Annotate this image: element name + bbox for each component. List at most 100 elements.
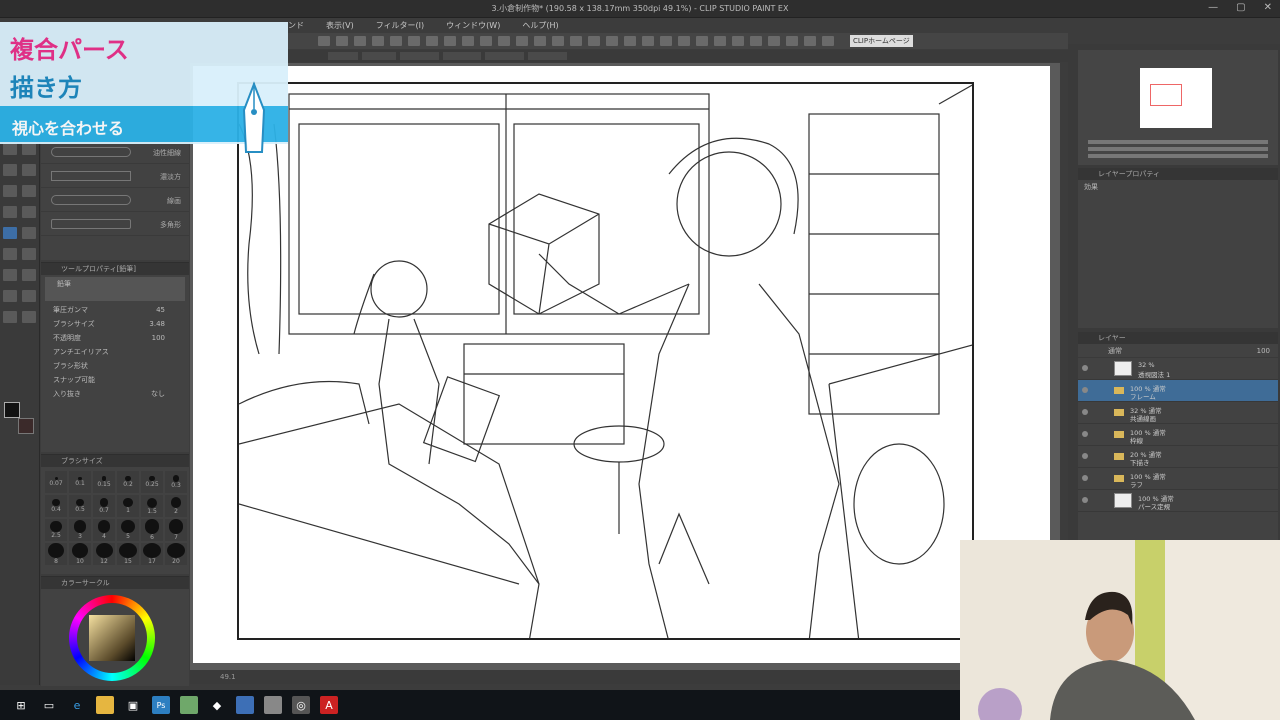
property-row[interactable]: 筆圧ガンマ 45: [41, 303, 189, 317]
airbrush-tool-icon[interactable]: [22, 164, 36, 176]
toolbar-icon[interactable]: [822, 36, 834, 46]
maximize-button[interactable]: ▢: [1236, 2, 1245, 13]
close-button[interactable]: ✕: [1264, 2, 1272, 13]
layer-row[interactable]: 100 % 通常 ラフ: [1078, 468, 1278, 490]
toolbar-icon[interactable]: [606, 36, 618, 46]
canvas-paper[interactable]: [193, 66, 1050, 663]
app-icon-2[interactable]: [236, 696, 254, 714]
pen-tool-icon[interactable]: [3, 143, 17, 155]
toolbar-icon[interactable]: [408, 36, 420, 46]
layer-row[interactable]: 32 % 通常 共通線画: [1078, 402, 1278, 424]
toolbar-icon[interactable]: [714, 36, 726, 46]
property-row[interactable]: 不透明度 100: [41, 331, 189, 345]
visibility-eye-icon[interactable]: [1082, 365, 1088, 371]
menu-item[interactable]: ンド: [288, 20, 304, 31]
blend-mode-select[interactable]: 通常 100: [1078, 344, 1278, 358]
brush-size-cell[interactable]: 0.3: [165, 471, 187, 493]
visibility-eye-icon[interactable]: [1082, 409, 1088, 415]
layer-row[interactable]: 20 % 通常 下描き: [1078, 446, 1278, 468]
toolbar-icon[interactable]: [516, 36, 528, 46]
clip-homepage-button[interactable]: CLIPホームページ: [850, 35, 913, 47]
drawing-frame[interactable]: [237, 82, 974, 640]
selection-tool-icon[interactable]: [3, 269, 17, 281]
canvas-tab[interactable]: [328, 52, 358, 60]
property-row[interactable]: アンチエイリアス: [41, 345, 189, 359]
toolbar-icon[interactable]: [696, 36, 708, 46]
brush-size-cell[interactable]: 1: [117, 495, 139, 517]
brush-tool-icon[interactable]: [3, 164, 17, 176]
lasso-tool-icon[interactable]: [22, 269, 36, 281]
brush-size-cell[interactable]: 0.7: [93, 495, 115, 517]
store-icon[interactable]: ▣: [124, 696, 142, 714]
toolbar-icon[interactable]: [786, 36, 798, 46]
minimize-button[interactable]: —: [1208, 2, 1218, 13]
subtool-item[interactable]: 多角形: [41, 212, 189, 236]
toolbar-icon[interactable]: [390, 36, 402, 46]
ruler-tool-icon[interactable]: [3, 227, 17, 239]
operation-tool-icon[interactable]: [3, 248, 17, 260]
visibility-eye-icon[interactable]: [1082, 497, 1088, 503]
brush-size-cell[interactable]: 17: [141, 543, 163, 565]
brush-size-cell[interactable]: 0.5: [69, 495, 91, 517]
canvas-tab[interactable]: [442, 52, 482, 60]
toolbar-icon[interactable]: [318, 36, 330, 46]
layer-row[interactable]: 100 % 通常 パース定規: [1078, 490, 1278, 512]
toolbar-icon[interactable]: [750, 36, 762, 46]
toolbar-icon[interactable]: [678, 36, 690, 46]
toolbar-icon[interactable]: [552, 36, 564, 46]
toolbar-icon[interactable]: [336, 36, 348, 46]
brush-size-cell[interactable]: 0.15: [93, 471, 115, 493]
toolbar-icon[interactable]: [768, 36, 780, 46]
brush-size-cell[interactable]: 2: [165, 495, 187, 517]
toolbar-icon[interactable]: [624, 36, 636, 46]
text-tool-icon[interactable]: [22, 185, 36, 197]
visibility-eye-icon[interactable]: [1082, 431, 1088, 437]
maps-icon[interactable]: [180, 696, 198, 714]
layer-row[interactable]: 100 % 通常 枠線: [1078, 424, 1278, 446]
windows-icon[interactable]: ⊞: [12, 696, 30, 714]
pencil-tool-icon[interactable]: [22, 143, 36, 155]
brush-size-cell[interactable]: 15: [117, 543, 139, 565]
eyedropper-tool-icon[interactable]: [3, 290, 17, 302]
brush-size-cell[interactable]: 2.5: [45, 519, 67, 541]
toolbar-icon[interactable]: [480, 36, 492, 46]
gradient-tool-icon[interactable]: [22, 206, 36, 218]
brush-size-cell[interactable]: 3: [69, 519, 91, 541]
acrobat-icon[interactable]: A: [320, 696, 338, 714]
toolbar-icon[interactable]: [354, 36, 366, 46]
brush-size-cell[interactable]: 0.1: [69, 471, 91, 493]
brush-size-cell[interactable]: 6: [141, 519, 163, 541]
sub-color-swatch[interactable]: [18, 418, 34, 434]
rotate-tool-icon[interactable]: [22, 311, 36, 323]
main-color-swatch[interactable]: [4, 402, 20, 418]
toolbar-icon[interactable]: [804, 36, 816, 46]
taskview-icon[interactable]: ▭: [40, 696, 58, 714]
toolbar-icon[interactable]: [462, 36, 474, 46]
property-row[interactable]: ブラシサイズ 3.48: [41, 317, 189, 331]
brush-size-cell[interactable]: 0.07: [45, 471, 67, 493]
color-square[interactable]: [89, 615, 135, 661]
brush-size-cell[interactable]: 8: [45, 543, 67, 565]
menu-window[interactable]: ウィンドウ(W): [446, 20, 500, 31]
brush-size-cell[interactable]: 0.4: [45, 495, 67, 517]
subtool-item[interactable]: 濃淡方: [41, 164, 189, 188]
fill-tool-icon[interactable]: [3, 206, 17, 218]
toolbar-icon[interactable]: [498, 36, 510, 46]
move-tool-icon[interactable]: [22, 248, 36, 260]
brush-size-cell[interactable]: 12: [93, 543, 115, 565]
subtool-item[interactable]: 線画: [41, 188, 189, 212]
edge-icon[interactable]: e: [68, 696, 86, 714]
brush-size-cell[interactable]: 4: [93, 519, 115, 541]
menu-help[interactable]: ヘルプ(H): [522, 20, 558, 31]
zoom-tool-icon[interactable]: [22, 290, 36, 302]
brush-size-cell[interactable]: 10: [69, 543, 91, 565]
frame-tool-icon[interactable]: [22, 227, 36, 239]
canvas-area[interactable]: [190, 63, 1060, 670]
brush-size-cell[interactable]: 20: [165, 543, 187, 565]
brush-size-cell[interactable]: 7: [165, 519, 187, 541]
toolbar-icon[interactable]: [660, 36, 672, 46]
property-row[interactable]: ブラシ形状: [41, 359, 189, 373]
canvas-tab[interactable]: [485, 52, 525, 60]
color-wheel[interactable]: [69, 595, 155, 681]
property-row[interactable]: 入り抜き なし: [41, 387, 189, 401]
